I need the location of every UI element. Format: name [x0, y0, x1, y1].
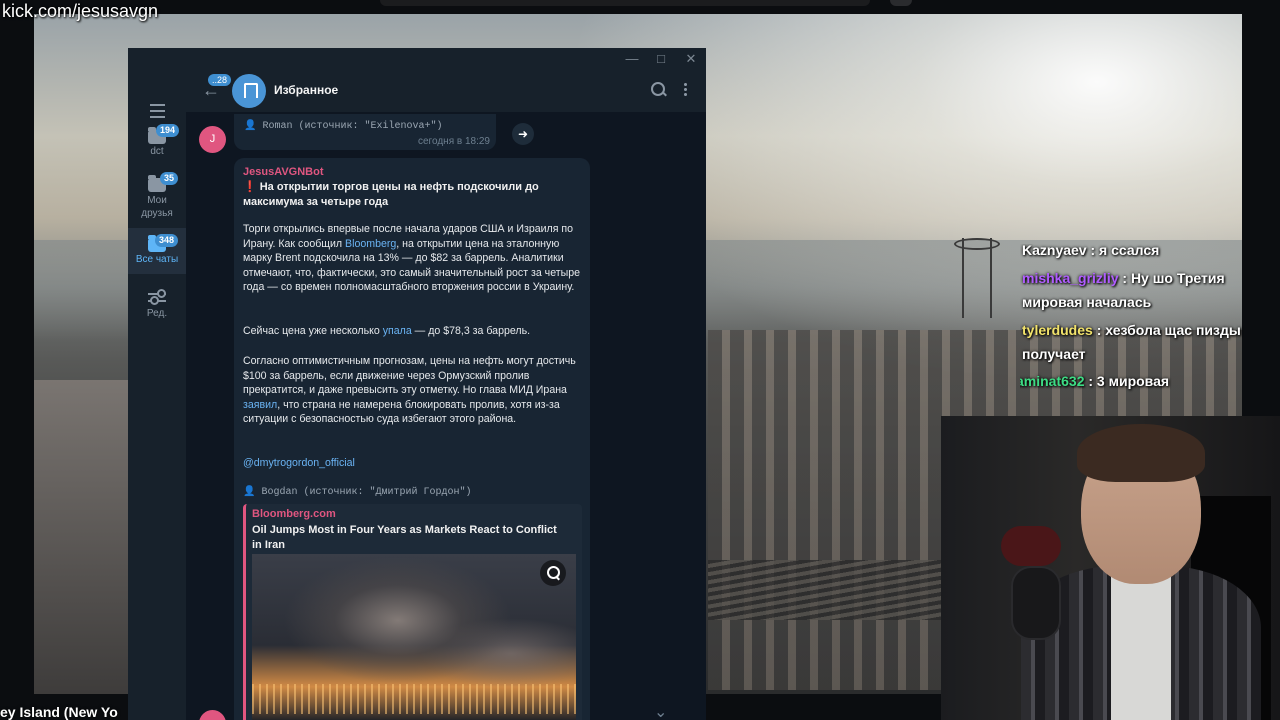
background-rail-tracks — [708, 560, 948, 620]
avatar[interactable] — [199, 710, 226, 720]
chat-username: aminat632 — [1020, 373, 1085, 389]
message-paragraph: Согласно оптимистичным прогнозам, цены н… — [243, 355, 576, 426]
unread-badge: 194 — [156, 124, 180, 137]
message-paragraph: Торги открылись впервые после начала уда… — [243, 223, 580, 294]
avatar[interactable]: J — [199, 126, 226, 153]
message-time: сегодня в 18:29 — [418, 136, 490, 147]
preview-title: Oil Jumps Most in Four Years as Markets … — [252, 524, 557, 551]
user-icon: 👤 — [243, 487, 256, 498]
top-browser-bar — [380, 0, 870, 6]
preview-image[interactable] — [252, 554, 576, 720]
streamer-webcam — [941, 416, 1280, 720]
user-icon: 👤 — [244, 121, 257, 132]
chat-message: mishka_grizliy : Ну шо Третия мировая на… — [1022, 266, 1280, 314]
folder-label: dct — [150, 146, 164, 157]
folders-sidebar: 194 dct 35 Мои друзья 348 Все чаты Ред. — [128, 68, 186, 720]
forward-share-icon[interactable]: ➜ — [512, 123, 534, 145]
chat-text: : 3 мировая — [1088, 373, 1170, 389]
chat-title[interactable]: Избранное — [274, 83, 338, 97]
message-paragraph: Сейчас цена уже несколько упала — до $78… — [243, 325, 531, 337]
chat-text: : я ссался — [1090, 244, 1160, 258]
folder-all-chats[interactable]: 348 Все чаты — [128, 228, 186, 274]
chevron-down-icon[interactable]: ⌄ — [654, 702, 667, 720]
folder-label: Ред. — [146, 308, 168, 319]
maximize-button[interactable]: □ — [652, 51, 670, 66]
hamburger-menu-icon[interactable] — [150, 104, 165, 118]
parachute-tower — [954, 238, 1000, 318]
location-caption: ey Island (New Yo — [0, 704, 118, 720]
chat-message: Kaznyaev : я ссался — [1022, 244, 1280, 262]
exclamation-icon: ❗ — [243, 181, 257, 193]
stream-chat-overlay: Kaznyaev : я ссался mishka_grizliy : Ну … — [1020, 244, 1280, 414]
folder-label: Все чаты — [135, 254, 179, 265]
chat-username: mishka_grizliy — [1022, 270, 1119, 286]
zoom-icon[interactable] — [540, 560, 566, 586]
folder-edit[interactable]: Ред. — [128, 289, 186, 326]
folder-friends[interactable]: 35 Мои друзья — [128, 172, 186, 226]
background-left-buildings — [34, 380, 129, 694]
forwarded-message-tail: 👤 Roman (источник: "Exilenova+") сегодня… — [234, 114, 496, 150]
telegram-window: — □ ✕ 194 dct 35 Мои друзья 348 Все чаты… — [128, 48, 706, 720]
more-options-icon[interactable] — [684, 82, 687, 97]
close-button[interactable]: ✕ — [682, 51, 700, 67]
message-sender[interactable]: JesusAVGNBot — [243, 166, 323, 178]
chat-username: Kaznyaev — [1022, 244, 1087, 258]
window-titlebar[interactable]: — □ ✕ — [128, 48, 706, 68]
chat-header: ← ..28 Избранное — [186, 68, 706, 112]
link-preview[interactable]: Bloomberg.com Oil Jumps Most in Four Yea… — [243, 504, 582, 720]
streamer-hair — [1077, 424, 1205, 482]
chat-message: tylerdudes : хезбола щас пизды получает — [1022, 318, 1280, 366]
microphone-icon — [1011, 566, 1061, 640]
red-pillow — [1001, 526, 1061, 566]
message-headline: ❗ На открытии торгов цены на нефть подско… — [243, 181, 539, 208]
sliders-icon — [148, 289, 166, 305]
fell-link[interactable]: упала — [383, 325, 412, 337]
bloomberg-link[interactable]: Bloomberg — [345, 238, 396, 250]
top-browser-button — [890, 0, 912, 6]
streamer-tshirt — [1111, 576, 1171, 720]
stated-link[interactable]: заявил — [243, 399, 277, 411]
message-bubble[interactable]: JesusAVGNBot ❗ На открытии торгов цены на… — [234, 158, 590, 720]
unread-badge: 348 — [155, 234, 179, 247]
bookmark-icon[interactable] — [232, 74, 266, 108]
chat-message: aminat632 : 3 мировая — [1020, 369, 1274, 393]
preview-site: Bloomberg.com — [252, 508, 336, 520]
minimize-button[interactable]: — — [623, 51, 641, 66]
stream-watermark: kick.com/jesusavgn — [2, 1, 159, 21]
search-icon[interactable] — [651, 82, 665, 96]
folder-label: Мои друзья — [141, 195, 173, 219]
signature-link[interactable]: @dmytrogordon_official — [243, 456, 583, 471]
city-lights — [252, 684, 576, 714]
forward-source: 👤 Roman (источник: "Exilenova+") — [244, 121, 443, 132]
unread-badge: 35 — [160, 172, 179, 185]
chat-username: tylerdudes — [1022, 322, 1093, 338]
forward-source: 👤 Bogdan (источник: "Дмитрий Гордон") — [243, 487, 472, 498]
back-unread-badge: ..28 — [208, 74, 232, 86]
chat-messages-area[interactable]: J 👤 Roman (источник: "Exilenova+") сегод… — [186, 112, 706, 720]
folder-dct[interactable]: 194 dct — [128, 124, 186, 164]
